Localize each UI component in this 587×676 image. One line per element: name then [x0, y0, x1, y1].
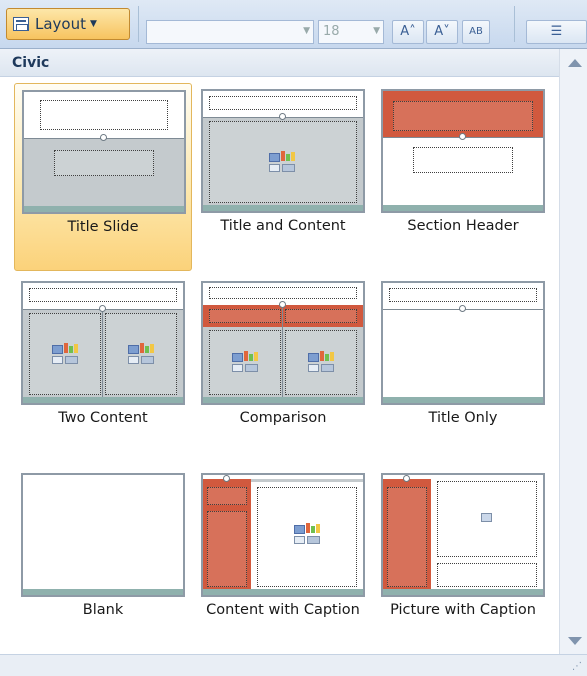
gallery-footer: ⋰: [0, 654, 587, 676]
layout-thumbnail: [22, 90, 186, 214]
layout-thumbnail: [21, 473, 185, 597]
layout-label: Blank: [82, 602, 124, 618]
layout-label: Title Only: [428, 410, 498, 426]
chevron-down-icon: ▼: [90, 19, 97, 29]
layout-label: Content with Caption: [206, 602, 360, 618]
layout-title-only[interactable]: Title Only: [374, 275, 552, 463]
layout-thumbnail: [201, 89, 365, 213]
content-insert-icon: [294, 523, 320, 545]
content-insert-icon: [232, 351, 258, 373]
ribbon-separator: [514, 6, 515, 42]
clear-formatting-icon: AB: [469, 26, 483, 37]
layout-thumbnail: [201, 281, 365, 405]
font-size-dropdown[interactable]: 18 ▼: [318, 20, 384, 44]
picture-icon: [481, 513, 492, 522]
layout-blank[interactable]: Blank: [14, 467, 192, 655]
clear-formatting-button[interactable]: AB: [462, 20, 490, 44]
layout-thumbnail: [201, 473, 365, 597]
layout-picture-with-caption[interactable]: Picture with Caption: [374, 467, 552, 655]
layout-thumbnail: [381, 89, 545, 213]
resize-grip-icon[interactable]: ⋰: [572, 661, 582, 672]
layout-content-with-caption[interactable]: Content with Caption: [194, 467, 372, 655]
layout-label: Title and Content: [220, 218, 346, 234]
layout-thumbnail: [381, 473, 545, 597]
layout-thumbnail: [381, 281, 545, 405]
font-size-value: 18: [323, 24, 340, 39]
content-insert-icon: [128, 343, 154, 365]
scroll-down-icon[interactable]: [568, 637, 582, 645]
layout-comparison[interactable]: Comparison: [194, 275, 372, 463]
theme-header: Civic: [0, 49, 559, 77]
layout-icon: [13, 17, 29, 31]
content-insert-icon: [52, 343, 78, 365]
layout-button-label: Layout: [35, 15, 86, 33]
layout-label: Title Slide: [67, 219, 139, 235]
scroll-up-icon[interactable]: [568, 59, 582, 67]
grow-font-icon: A˄: [400, 24, 416, 39]
bullets-button[interactable]: ☰: [526, 20, 587, 44]
layout-label: Comparison: [239, 410, 327, 426]
content-insert-icon: [269, 151, 295, 173]
chevron-down-icon: ▼: [373, 26, 380, 36]
layout-thumbnail: [21, 281, 185, 405]
bullets-icon: ☰: [550, 24, 563, 39]
layout-label: Section Header: [407, 218, 519, 234]
ribbon-strip: Layout ▼ ▼ 18 ▼ A˄ A˅ AB ☰: [0, 0, 587, 48]
font-name-dropdown[interactable]: ▼: [146, 20, 314, 44]
layout-section-header[interactable]: Section Header: [374, 83, 552, 271]
shrink-font-icon: A˅: [434, 24, 450, 39]
layout-gallery: Civic Title Slide Title and Content Sect…: [0, 48, 587, 676]
layout-label: Picture with Caption: [390, 602, 536, 618]
layout-two-content[interactable]: Two Content: [14, 275, 192, 463]
grow-font-button[interactable]: A˄: [392, 20, 424, 44]
layout-button[interactable]: Layout ▼: [6, 8, 130, 40]
chevron-down-icon: ▼: [303, 26, 310, 36]
shrink-font-button[interactable]: A˅: [426, 20, 458, 44]
gallery-scrollbar[interactable]: [559, 49, 587, 654]
ribbon-separator: [138, 6, 139, 42]
layout-title-and-content[interactable]: Title and Content: [194, 83, 372, 271]
layout-title-slide[interactable]: Title Slide: [14, 83, 192, 271]
content-insert-icon: [308, 351, 334, 373]
layout-label: Two Content: [58, 410, 148, 426]
